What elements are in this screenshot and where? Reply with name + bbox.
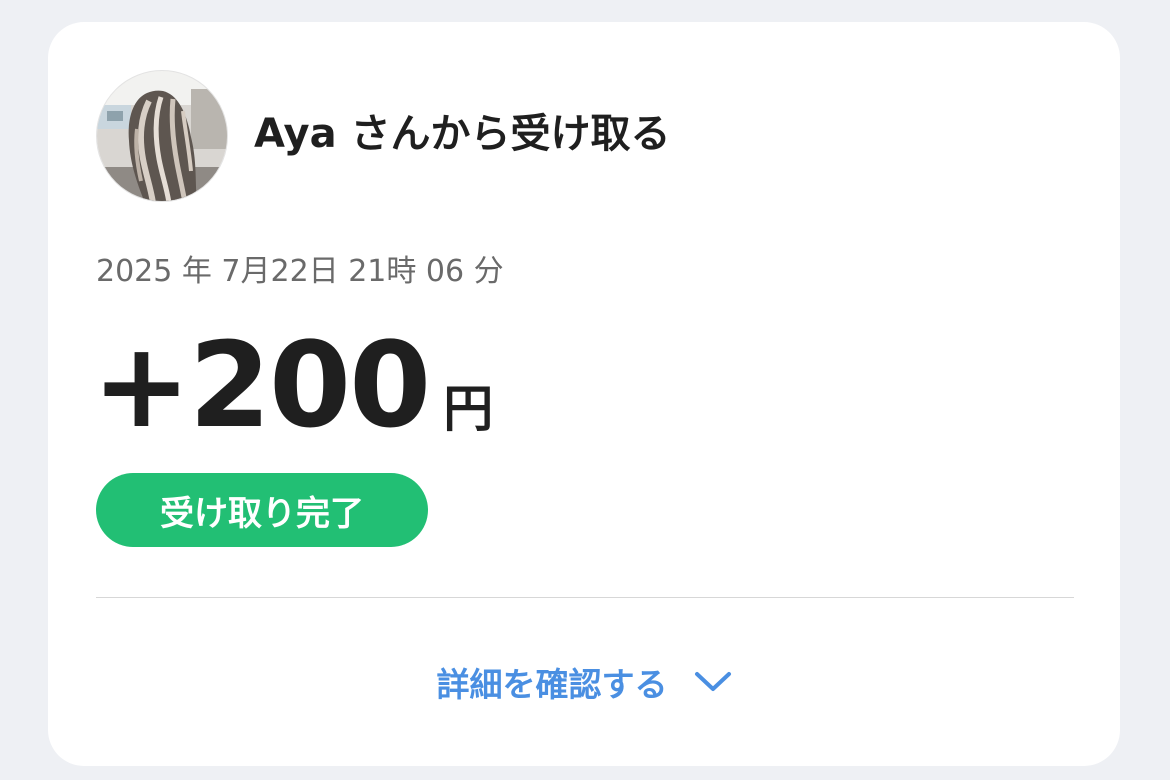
amount-currency-unit: 円: [443, 380, 494, 438]
transaction-datetime: 2025 年 7月22日 21時 06 分: [96, 254, 504, 289]
sender-title: Aya さんから受け取る: [254, 111, 671, 157]
status-badge: 受け取り完了: [96, 473, 428, 547]
view-details-label: 詳細を確認する: [436, 665, 668, 704]
sender-avatar: [96, 70, 228, 202]
divider: [96, 597, 1074, 598]
amount-row: +200 円: [92, 320, 493, 450]
amount-value: +200: [92, 316, 431, 454]
transaction-card: Aya さんから受け取る 2025 年 7月22日 21時 06 分 +200 …: [48, 22, 1120, 766]
view-details-button[interactable]: 詳細を確認する: [48, 652, 1120, 712]
chevron-down-icon: [694, 670, 732, 694]
